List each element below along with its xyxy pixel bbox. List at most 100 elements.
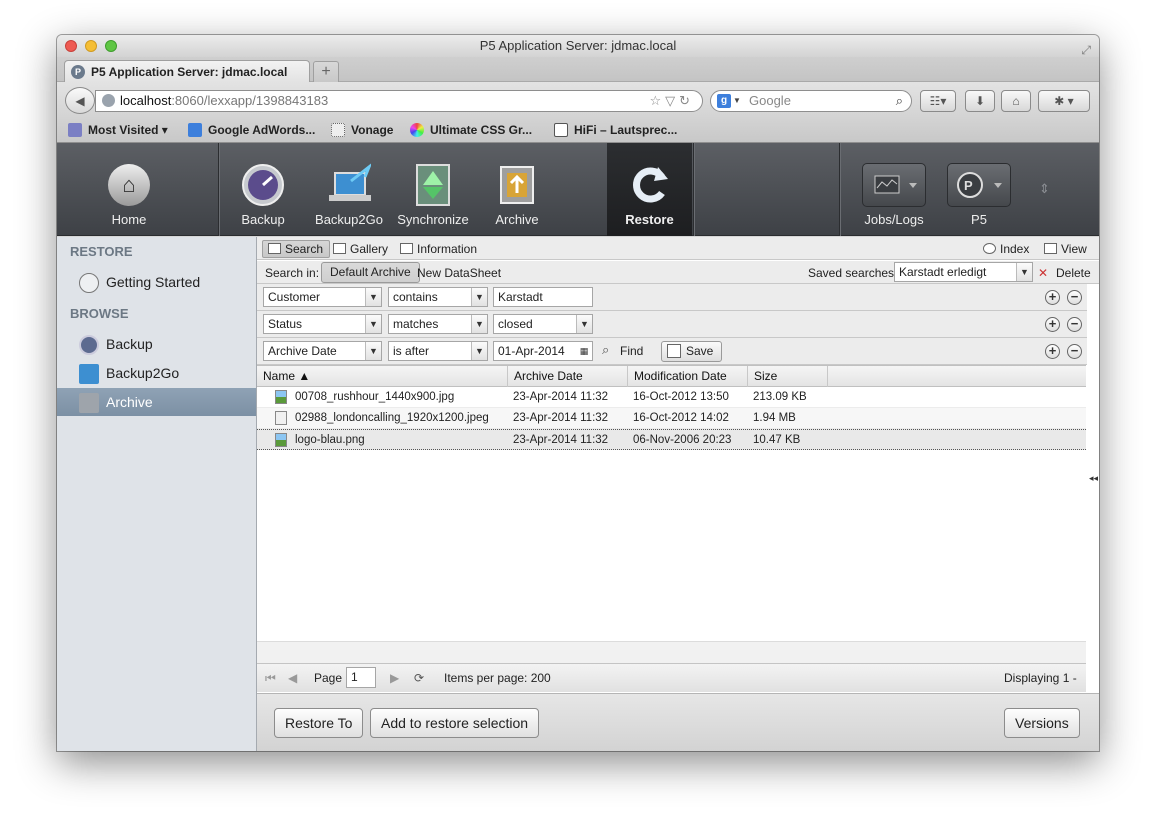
tab-information[interactable]: Information — [394, 240, 484, 258]
criteria-value-select[interactable]: closed ▼ — [493, 314, 593, 334]
save-search-button[interactable]: Save — [661, 341, 723, 362]
sidebar-item-backup[interactable]: Backup — [57, 330, 256, 358]
archive-date: 23-Apr-2014 11:32 — [513, 434, 609, 446]
table-row[interactable]: 02988_londoncalling_1920x1200.jpeg 23-Ap… — [257, 408, 1086, 429]
index-button[interactable]: Index — [977, 240, 1036, 258]
browser-tab[interactable]: P P5 Application Server: jdmac.local — [64, 60, 310, 83]
tab-search[interactable]: Search — [262, 240, 331, 258]
view-switcher: Search Gallery Information Index View — [257, 237, 1099, 260]
criteria-field-select[interactable]: Status ▼ — [263, 314, 382, 334]
find-button[interactable]: ⌕ Find — [602, 342, 643, 358]
toolbar-backup[interactable]: Backup — [227, 143, 299, 236]
first-page-icon[interactable]: ⏮ — [265, 664, 276, 692]
saved-searches-select[interactable]: Karstadt erledigt ▼ — [894, 262, 1033, 282]
toolbar-home[interactable]: ⌂ Home — [87, 143, 171, 236]
jobs-logs-dropdown[interactable] — [862, 163, 926, 207]
bookmarks-menu-button[interactable]: ☷▾ — [920, 90, 956, 112]
column-name[interactable]: Name ▲ — [257, 366, 508, 387]
column-archive-date[interactable]: Archive Date — [508, 366, 628, 387]
add-criteria-button[interactable]: + — [1045, 344, 1060, 359]
add-to-restore-selection-button[interactable]: Add to restore selection — [370, 708, 540, 738]
criteria-field-value: Status — [268, 317, 303, 331]
delete-saved-search-button[interactable]: ✕ Delete — [1038, 266, 1091, 280]
panel-resize-handle-icon[interactable]: ◂◂ — [1089, 473, 1099, 499]
new-datasheet-link[interactable]: New DataSheet — [417, 266, 501, 280]
previous-page-icon[interactable]: ◀ — [288, 664, 297, 692]
date-input[interactable]: 01-Apr-2014 ▦ — [493, 341, 593, 361]
reload-icon[interactable]: ↻ — [679, 93, 694, 108]
sidebar-item-backup2go[interactable]: Backup2Go — [57, 359, 256, 387]
next-page-icon[interactable]: ▶ — [390, 664, 399, 692]
refresh-icon[interactable]: ⟳ — [414, 664, 424, 692]
back-button[interactable]: ◀ — [65, 87, 95, 114]
calendar-icon[interactable]: ▦ — [576, 342, 592, 360]
table-row[interactable]: 00708_rushhour_1440x900.jpg 23-Apr-2014 … — [257, 387, 1086, 408]
add-criteria-button[interactable]: + — [1045, 290, 1060, 305]
magnifier-icon[interactable]: ⌕ — [896, 91, 903, 111]
google-search-engine-icon[interactable]: g — [717, 94, 731, 108]
toolbar-jobs-logs[interactable]: Jobs/Logs — [857, 143, 931, 236]
versions-button[interactable]: Versions — [1004, 708, 1080, 738]
modification-date: 16-Oct-2012 14:02 — [633, 412, 729, 424]
default-archive-button[interactable]: Default Archive — [321, 262, 420, 283]
toolbar-synchronize[interactable]: Synchronize — [395, 143, 471, 236]
bookmark-hifi[interactable]: HiFi – Lautsprec... — [554, 122, 677, 138]
new-tab-button[interactable]: + — [313, 61, 339, 82]
criteria-field-select[interactable]: Customer ▼ — [263, 287, 382, 307]
restore-to-button[interactable]: Restore To — [274, 708, 364, 738]
sidebar-item-getting-started[interactable]: Getting Started — [57, 268, 256, 296]
zoom-window-icon[interactable] — [105, 40, 117, 52]
extension-button[interactable]: ✱ ▾ — [1038, 90, 1090, 112]
toolbar-collapse-icon[interactable]: ⇕ — [1039, 181, 1050, 197]
criteria-value-input[interactable]: Karstadt — [493, 287, 593, 307]
tab-gallery[interactable]: Gallery — [327, 240, 395, 258]
search-engine-dropdown-icon[interactable]: ▼ — [733, 91, 741, 111]
bookmark-ultimate-css[interactable]: Ultimate CSS Gr... — [410, 122, 532, 138]
toolbar-backup2go[interactable]: Backup2Go — [309, 143, 389, 236]
criteria-operator-select[interactable]: contains ▼ — [388, 287, 488, 307]
remove-criteria-button[interactable]: − — [1067, 344, 1082, 359]
url-bar[interactable]: localhost:8060/lexxapp/1398843183 ☆▽↻ — [95, 90, 703, 112]
criteria-operator-select[interactable]: matches ▼ — [388, 314, 488, 334]
toolbar-restore[interactable]: Restore — [607, 143, 692, 236]
chevron-down-icon: ▼ — [365, 315, 381, 333]
search-bar[interactable]: g ▼ Google ⌕ — [710, 90, 912, 112]
bookmark-star-icon[interactable]: ☆ — [649, 93, 665, 108]
bookmark-most-visited[interactable]: Most Visited ▾ — [68, 122, 168, 138]
toolbar-p5[interactable]: P P5 — [943, 143, 1015, 236]
column-size[interactable]: Size — [748, 366, 828, 387]
restore-arrow-icon — [628, 163, 672, 207]
bookmark-label: Most Visited ▾ — [88, 123, 168, 137]
view-label: Search — [285, 242, 324, 256]
main-panel: Search Gallery Information Index View Se… — [257, 237, 1099, 751]
remove-criteria-button[interactable]: − — [1067, 317, 1082, 332]
close-window-icon[interactable] — [65, 40, 77, 52]
toolbar-label: P5 — [971, 212, 987, 227]
tab-title: P5 Application Server: jdmac.local — [91, 65, 288, 79]
page-number-input[interactable]: 1 — [346, 667, 376, 688]
remove-criteria-button[interactable]: − — [1067, 290, 1082, 305]
table-row[interactable]: logo-blau.png 23-Apr-2014 11:32 06-Nov-2… — [257, 429, 1086, 450]
column-modification-date[interactable]: Modification Date — [628, 366, 748, 387]
search-in-bar: Search in: Default Archive New DataSheet… — [257, 261, 1099, 284]
gallery-view-icon — [333, 243, 346, 254]
criteria-field-select[interactable]: Archive Date ▼ — [263, 341, 382, 361]
toolbar-archive[interactable]: Archive — [481, 143, 553, 236]
history-dropdown-icon[interactable]: ▽ — [665, 93, 679, 108]
view-button[interactable]: View — [1038, 240, 1094, 258]
toolbar-label: Jobs/Logs — [864, 212, 924, 227]
horizontal-scrollbar[interactable] — [257, 641, 1086, 663]
home-button[interactable]: ⌂ — [1001, 90, 1031, 112]
criteria-operator-select[interactable]: is after ▼ — [388, 341, 488, 361]
bookmark-vonage[interactable]: Vonage — [331, 122, 393, 138]
add-criteria-button[interactable]: + — [1045, 317, 1060, 332]
bookmark-label: Vonage — [351, 123, 394, 137]
downloads-button[interactable]: ⬇ — [965, 90, 995, 112]
minimize-window-icon[interactable] — [85, 40, 97, 52]
table-header: Name ▲ Archive Date Modification Date Si… — [257, 365, 1086, 387]
bookmark-google-adwords[interactable]: Google AdWords... — [188, 122, 315, 138]
toolbar-label: Synchronize — [397, 212, 469, 227]
bookmark-label: Google AdWords... — [208, 123, 316, 137]
sidebar-item-archive[interactable]: Archive — [57, 388, 256, 416]
p5-dropdown[interactable]: P — [947, 163, 1011, 207]
